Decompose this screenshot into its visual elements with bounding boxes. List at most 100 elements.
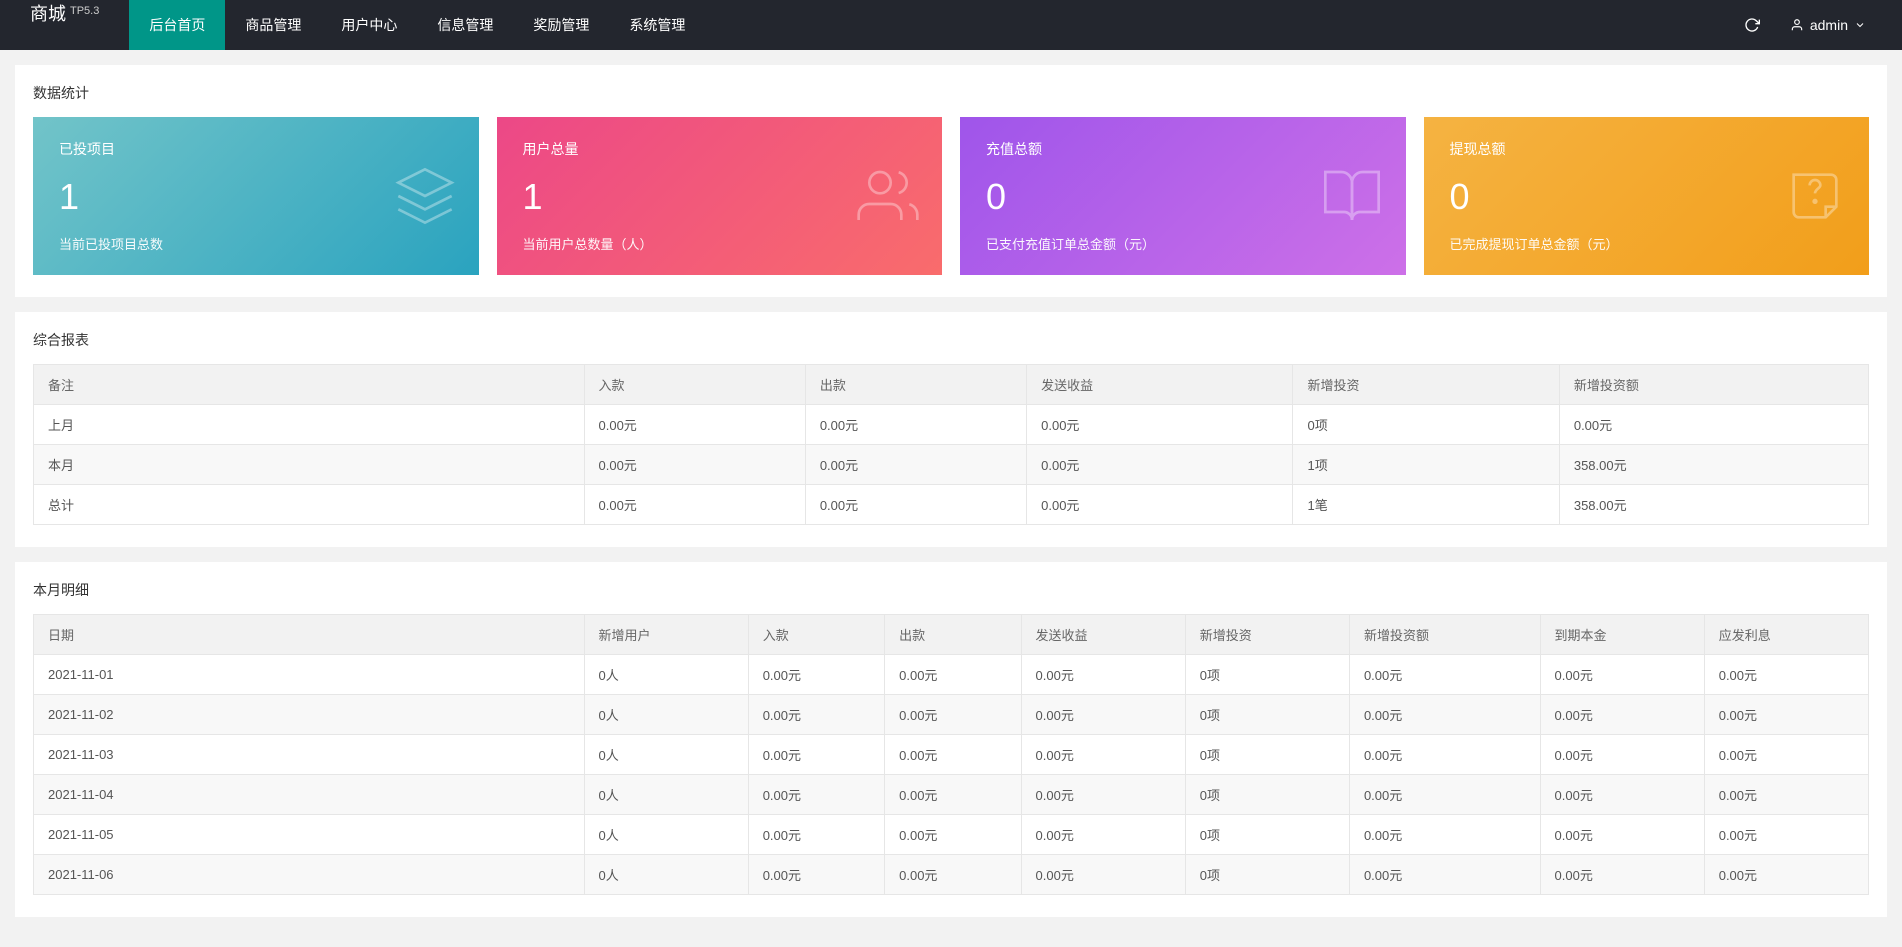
- table-cell: 0.00元: [584, 405, 805, 445]
- table-cell: 0项: [1185, 855, 1349, 895]
- nav-item[interactable]: 后台首页: [129, 0, 225, 50]
- brand: 商城 TP5.3: [0, 0, 129, 50]
- nav-item[interactable]: 商品管理: [225, 0, 321, 50]
- table-row: 2021-11-060人0.00元0.00元0.00元0项0.00元0.00元0…: [34, 855, 1869, 895]
- table-cell: 0.00元: [748, 775, 884, 815]
- table-row: 2021-11-030人0.00元0.00元0.00元0项0.00元0.00元0…: [34, 735, 1869, 775]
- stat-card-users: 用户总量 1 当前用户总数量（人）: [497, 117, 943, 275]
- chevron-down-icon: [1854, 19, 1866, 31]
- table-cell: 0.00元: [885, 815, 1021, 855]
- table-cell: 0.00元: [1349, 695, 1540, 735]
- table-cell: 0项: [1293, 405, 1559, 445]
- table-cell: 0.00元: [1021, 855, 1185, 895]
- table-header: 新增投资: [1185, 615, 1349, 655]
- table-cell: 0.00元: [885, 655, 1021, 695]
- table-cell: 0.00元: [1540, 775, 1704, 815]
- table-row: 总计0.00元0.00元0.00元1笔358.00元: [34, 485, 1869, 525]
- table-cell: 0.00元: [1540, 855, 1704, 895]
- table-cell: 0人: [584, 815, 748, 855]
- stats-title: 数据统计: [33, 83, 1869, 117]
- table-cell: 0项: [1185, 775, 1349, 815]
- nav-item[interactable]: 系统管理: [609, 0, 705, 50]
- table-cell: 0.00元: [1021, 815, 1185, 855]
- user-menu[interactable]: admin: [1774, 0, 1882, 50]
- table-cell: 0.00元: [1021, 735, 1185, 775]
- table-header: 新增用户: [584, 615, 748, 655]
- table-cell: 2021-11-02: [34, 695, 585, 735]
- table-cell: 0项: [1185, 655, 1349, 695]
- card-desc: 当前已投项目总数: [59, 234, 453, 253]
- table-header: 发送收益: [1021, 615, 1185, 655]
- table-cell: 0.00元: [1027, 485, 1293, 525]
- refresh-button[interactable]: [1730, 0, 1774, 50]
- table-header: 出款: [805, 365, 1026, 405]
- table-cell: 0.00元: [584, 445, 805, 485]
- nav-item[interactable]: 用户中心: [321, 0, 417, 50]
- note-question-icon: [1783, 164, 1847, 228]
- table-cell: 0.00元: [1027, 405, 1293, 445]
- table-cell: 0人: [584, 775, 748, 815]
- detail-table: 日期新增用户入款出款发送收益新增投资新增投资额到期本金应发利息 2021-11-…: [33, 614, 1869, 895]
- stat-card-withdraw: 提现总额 0 已完成提现订单总金额（元）: [1424, 117, 1870, 275]
- table-cell: 0.00元: [805, 485, 1026, 525]
- brand-name: 商城: [30, 0, 66, 26]
- user-icon: [1790, 18, 1804, 32]
- table-cell: 358.00元: [1559, 445, 1868, 485]
- stat-card-projects: 已投项目 1 当前已投项目总数: [33, 117, 479, 275]
- table-header: 备注: [34, 365, 585, 405]
- table-cell: 上月: [34, 405, 585, 445]
- layers-icon: [393, 164, 457, 228]
- table-cell: 0.00元: [1349, 735, 1540, 775]
- table-cell: 0.00元: [1704, 735, 1868, 775]
- stats-panel: 数据统计 已投项目 1 当前已投项目总数 用户总量 1 当前用户总数量（人） 充…: [15, 65, 1887, 297]
- table-cell: 2021-11-04: [34, 775, 585, 815]
- table-row: 2021-11-050人0.00元0.00元0.00元0项0.00元0.00元0…: [34, 815, 1869, 855]
- table-cell: 2021-11-05: [34, 815, 585, 855]
- table-header: 新增投资额: [1559, 365, 1868, 405]
- users-icon: [856, 164, 920, 228]
- table-cell: 0项: [1185, 815, 1349, 855]
- brand-version: TP5.3: [70, 5, 99, 17]
- table-cell: 0.00元: [1540, 815, 1704, 855]
- table-cell: 0.00元: [1704, 815, 1868, 855]
- stat-card-recharge: 充值总额 0 已支付充值订单总金额（元）: [960, 117, 1406, 275]
- table-cell: 2021-11-06: [34, 855, 585, 895]
- table-header: 新增投资额: [1349, 615, 1540, 655]
- table-header: 入款: [584, 365, 805, 405]
- table-cell: 0人: [584, 655, 748, 695]
- table-cell: 0.00元: [805, 445, 1026, 485]
- table-cell: 0.00元: [1349, 855, 1540, 895]
- user-name: admin: [1810, 17, 1848, 33]
- table-cell: 0.00元: [1704, 655, 1868, 695]
- card-desc: 已完成提现订单总金额（元）: [1450, 234, 1844, 253]
- topbar: 商城 TP5.3 后台首页商品管理用户中心信息管理奖励管理系统管理 admin: [0, 0, 1902, 50]
- refresh-icon: [1744, 17, 1760, 33]
- table-cell: 1笔: [1293, 485, 1559, 525]
- table-header: 日期: [34, 615, 585, 655]
- card-desc: 当前用户总数量（人）: [523, 234, 917, 253]
- summary-title: 综合报表: [33, 330, 1869, 364]
- table-row: 本月0.00元0.00元0.00元1项358.00元: [34, 445, 1869, 485]
- table-cell: 0项: [1185, 735, 1349, 775]
- table-cell: 总计: [34, 485, 585, 525]
- card-label: 已投项目: [59, 139, 453, 159]
- table-cell: 0.00元: [748, 815, 884, 855]
- table-cell: 0.00元: [805, 405, 1026, 445]
- nav-item[interactable]: 奖励管理: [513, 0, 609, 50]
- table-cell: 0人: [584, 855, 748, 895]
- summary-table: 备注入款出款发送收益新增投资新增投资额 上月0.00元0.00元0.00元0项0…: [33, 364, 1869, 525]
- table-cell: 0.00元: [885, 695, 1021, 735]
- table-cell: 0.00元: [1021, 655, 1185, 695]
- table-cell: 0.00元: [1021, 695, 1185, 735]
- table-cell: 0.00元: [1349, 815, 1540, 855]
- detail-title: 本月明细: [33, 580, 1869, 614]
- table-cell: 0.00元: [1540, 695, 1704, 735]
- table-cell: 2021-11-01: [34, 655, 585, 695]
- table-cell: 0.00元: [1349, 775, 1540, 815]
- table-header: 发送收益: [1027, 365, 1293, 405]
- card-label: 充值总额: [986, 139, 1380, 159]
- table-cell: 0.00元: [748, 655, 884, 695]
- table-cell: 0人: [584, 695, 748, 735]
- nav-item[interactable]: 信息管理: [417, 0, 513, 50]
- table-cell: 0.00元: [1540, 655, 1704, 695]
